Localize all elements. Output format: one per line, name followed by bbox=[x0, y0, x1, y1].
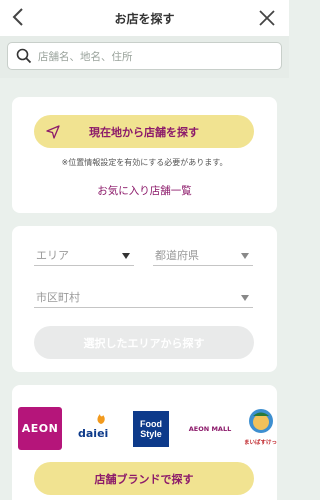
area-select-label: エリア bbox=[36, 249, 69, 262]
prefecture-select[interactable]: 都道府県 bbox=[153, 246, 253, 266]
current-location-label: 現在地から店舗を探す bbox=[89, 125, 199, 139]
brand-name-maibasuket: まいばすけっと bbox=[244, 440, 277, 446]
brand-logo-maibasuket[interactable]: まいばすけっと bbox=[244, 407, 277, 451]
brand-name-aeon: AEON bbox=[21, 422, 59, 435]
search-input[interactable]: 店舗名、地名、住所 bbox=[7, 42, 282, 70]
brand-logo-aeon[interactable]: AEON bbox=[18, 407, 62, 450]
dropdown-arrow-icon bbox=[122, 253, 130, 259]
top-bar: お店を探す bbox=[0, 0, 289, 36]
brand-logos: AEON daiei Food Style AEON MALL まいばすけっと bbox=[12, 407, 277, 451]
brand-name-daiei: daiei bbox=[78, 427, 109, 440]
area-card: エリア 都道府県 市区町村 選択したエリアから探す bbox=[12, 226, 277, 372]
location-note: ※位置情報設定を有効にする必要があります。 bbox=[61, 158, 228, 167]
maibasuket-mascot-icon bbox=[249, 409, 273, 433]
city-select-label: 市区町村 bbox=[36, 291, 80, 304]
location-arrow-icon bbox=[46, 125, 60, 139]
brand-logo-food-style[interactable]: Food Style bbox=[133, 411, 169, 447]
area-search-button[interactable]: 選択したエリアから探す bbox=[34, 326, 254, 359]
location-card: 現在地から店舗を探す ※位置情報設定を有効にする必要があります。 お気に入り店舗… bbox=[12, 97, 277, 213]
page-title: お店を探す bbox=[114, 11, 175, 26]
search-area: 店舗名、地名、住所 bbox=[0, 36, 289, 78]
close-icon[interactable] bbox=[257, 8, 277, 28]
dropdown-arrow-icon bbox=[241, 295, 249, 301]
daiei-flame-icon bbox=[97, 414, 105, 424]
brand-logo-daiei[interactable]: daiei bbox=[72, 413, 116, 447]
brand-logo-aeon-mall[interactable]: AEON MALL bbox=[184, 422, 236, 436]
area-search-label: 選択したエリアから探す bbox=[83, 336, 205, 350]
brand-search-label: 店舗ブランドで探す bbox=[94, 472, 194, 486]
brand-card: AEON daiei Food Style AEON MALL まいばすけっと bbox=[12, 385, 277, 500]
search-icon bbox=[16, 48, 32, 64]
back-chevron-icon[interactable] bbox=[8, 6, 30, 28]
area-select[interactable]: エリア bbox=[34, 246, 134, 266]
search-placeholder: 店舗名、地名、住所 bbox=[38, 50, 133, 63]
city-select[interactable]: 市区町村 bbox=[34, 288, 253, 308]
prefecture-select-label: 都道府県 bbox=[155, 249, 199, 262]
favorites-link[interactable]: お気に入り店舗一覧 bbox=[12, 183, 277, 198]
brand-name-food-style: Food Style bbox=[140, 419, 162, 439]
brand-search-button[interactable]: 店舗ブランドで探す bbox=[34, 462, 254, 495]
brand-name-aeon-mall: AEON MALL bbox=[188, 425, 232, 433]
dropdown-arrow-icon bbox=[241, 253, 249, 259]
current-location-button[interactable]: 現在地から店舗を探す bbox=[34, 115, 254, 148]
